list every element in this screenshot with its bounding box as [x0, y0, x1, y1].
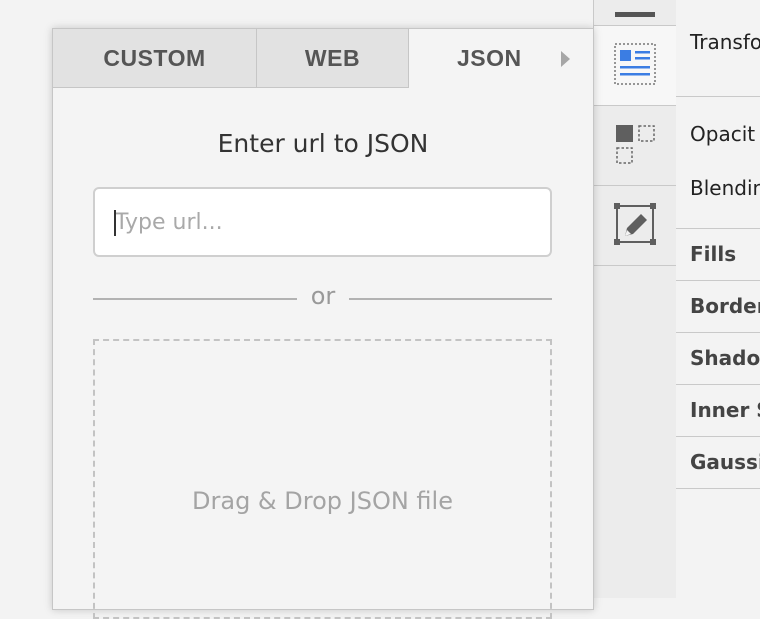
inspector-divider: [676, 436, 760, 437]
inspector-section-fills[interactable]: Fills: [676, 242, 760, 266]
json-url-heading: Enter url to JSON: [217, 129, 429, 158]
tab-custom[interactable]: CUSTOM: [53, 29, 257, 88]
inspector-panel: Transfo Opacit Blendin Fills Border Shad…: [676, 0, 760, 598]
inspector-row-blending[interactable]: Blendin: [676, 176, 760, 200]
data-source-popover: CUSTOM WEB JSON Enter url to JSON or Dra…: [52, 28, 594, 619]
inspector-section-borders[interactable]: Border: [676, 294, 760, 318]
edit-shape-icon: [613, 202, 657, 250]
align-objects-icon: [613, 122, 657, 170]
layout-list-icon: [613, 42, 657, 90]
separator-line-right: [349, 298, 552, 300]
inspector-section-inner-shadows[interactable]: Inner S: [676, 398, 760, 422]
dropzone-label: Drag & Drop JSON file: [192, 487, 453, 515]
source-tabs: CUSTOM WEB JSON: [53, 29, 593, 88]
inspector-divider: [676, 332, 760, 333]
inspector-row-opacity[interactable]: Opacit: [676, 122, 760, 146]
inspector-divider: [676, 488, 760, 489]
inspector-section-shadows[interactable]: Shado: [676, 346, 760, 370]
toolstrip-item-layout[interactable]: [594, 26, 676, 106]
json-url-input[interactable]: [93, 187, 552, 257]
toolstrip-item-top[interactable]: [594, 0, 676, 26]
inspector-row-transform[interactable]: Transfo: [676, 30, 760, 54]
inspector-divider: [676, 228, 760, 229]
inspector-tab-icon: [615, 3, 655, 22]
inspector-toolstrip: [593, 0, 677, 598]
json-file-dropzone[interactable]: Drag & Drop JSON file: [93, 339, 552, 619]
inspector-divider: [676, 280, 760, 281]
tabs-more-arrow-icon[interactable]: [561, 51, 570, 67]
text-caret: [114, 210, 116, 236]
inspector-divider: [676, 96, 760, 97]
separator-line-left: [93, 298, 297, 300]
toolstrip-item-edit[interactable]: [594, 186, 676, 266]
separator-or: or: [310, 282, 336, 310]
inspector-section-gaussian-blur[interactable]: Gaussi: [676, 450, 760, 474]
inspector-divider: [676, 384, 760, 385]
tab-web[interactable]: WEB: [257, 29, 409, 88]
toolstrip-item-align[interactable]: [594, 106, 676, 186]
